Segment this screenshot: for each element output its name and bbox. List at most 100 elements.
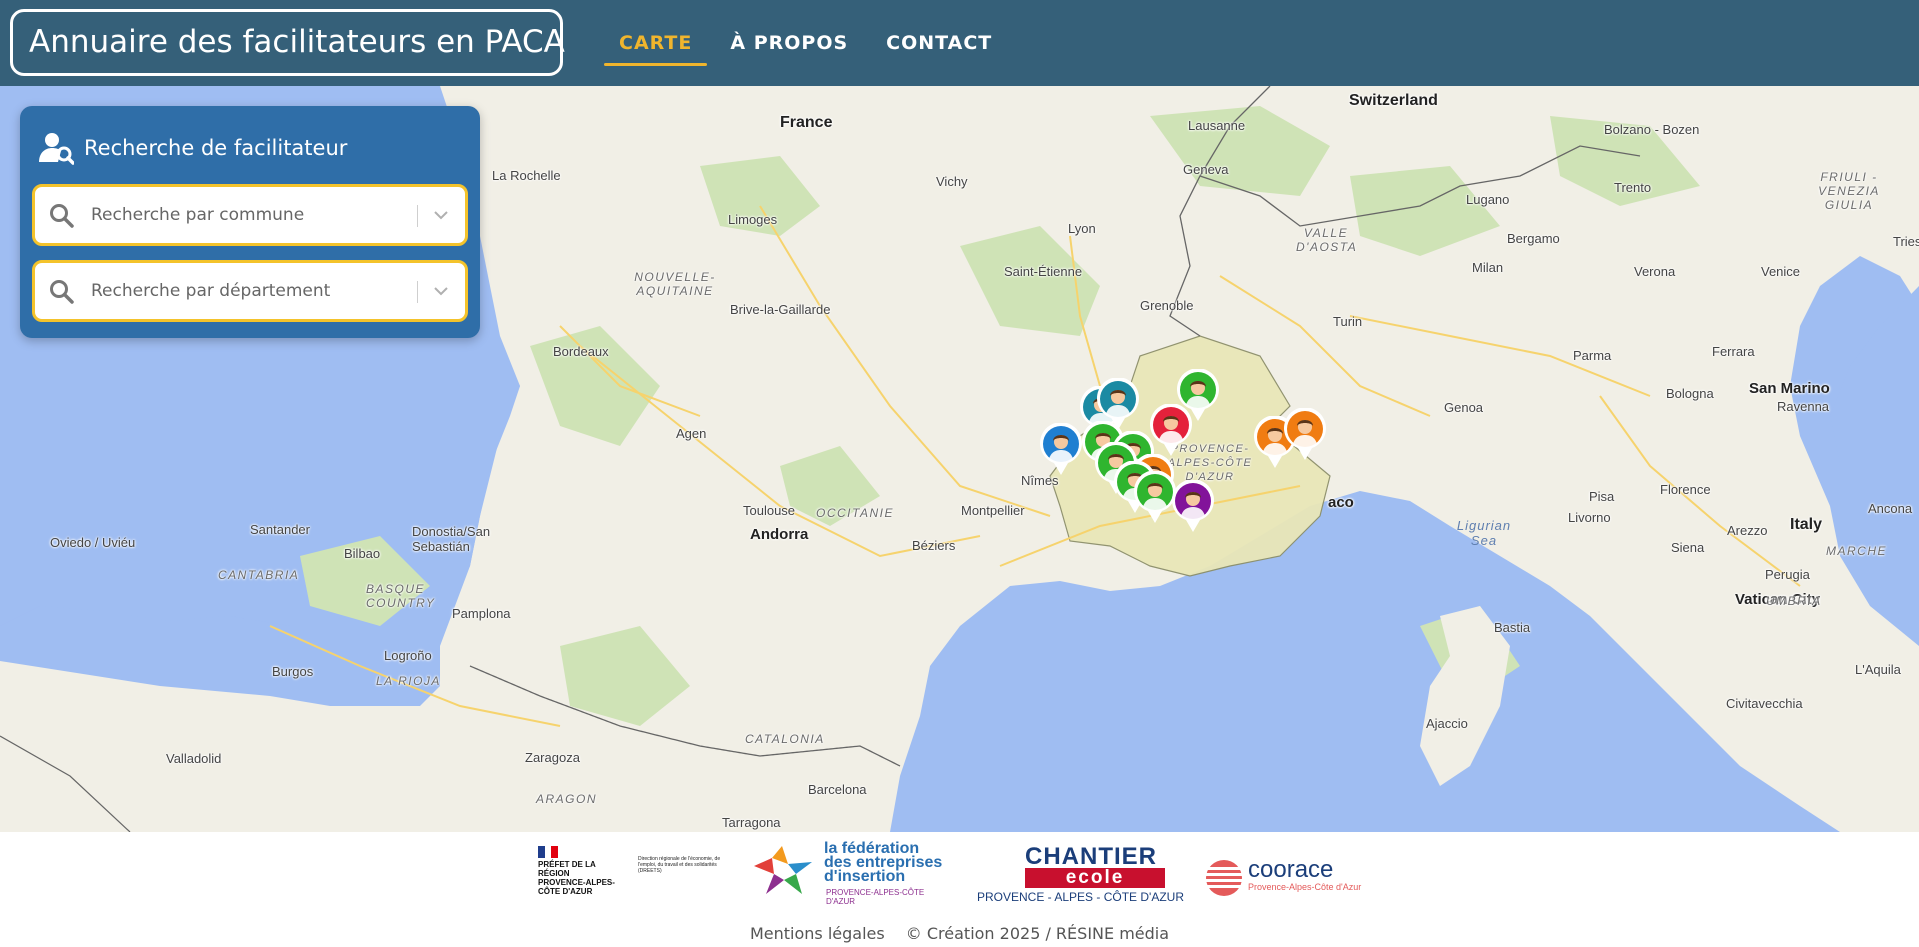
map-label-aragon: ARAGON <box>536 792 598 806</box>
map-label-donostia: Donostia/San Sebastián <box>412 524 491 554</box>
footer-links: Mentions légales © Création 2025 / RÉSIN… <box>0 924 1919 943</box>
map-label-san-marino: San Marino <box>1749 380 1830 397</box>
map-label-pamplona: Pamplona <box>452 606 511 621</box>
facilitator-marker[interactable] <box>1038 422 1084 477</box>
map-label-switzerland: Switzerland <box>1349 92 1438 109</box>
map-label-la-rioja: LA RIOJA <box>376 674 441 688</box>
map-label-laquila: L'Aquila <box>1855 662 1901 677</box>
facilitator-marker[interactable] <box>1282 407 1328 462</box>
map-label-occitanie: OCCITANIE <box>816 506 894 520</box>
commune-select[interactable]: Recherche par commune <box>32 184 468 246</box>
search-icon <box>50 280 74 304</box>
ecole-text: ecole <box>1025 868 1165 888</box>
map-label-venice: Venice <box>1761 264 1801 279</box>
map-label-france: France <box>780 114 833 131</box>
chantier-ecole-logo[interactable]: CHANTIER ecole PROVENCE - ALPES - CÔTE D… <box>977 845 1184 908</box>
map-label-bilbao: Bilbao <box>344 546 381 561</box>
federation-star-icon <box>754 846 812 894</box>
map-label-ferrara: Ferrara <box>1712 344 1755 359</box>
select-separator <box>417 205 418 227</box>
map-label-saint-etienne: Saint-Étienne <box>1004 264 1083 279</box>
chevron-down-icon[interactable] <box>433 207 449 223</box>
credit-text: © Création 2025 / RÉSINE média <box>905 924 1170 943</box>
map-label-pisa: Pisa <box>1589 489 1615 504</box>
user-search-icon <box>39 133 74 165</box>
map-label-bologna: Bologna <box>1666 386 1714 401</box>
map-label-catalonia: CATALONIA <box>745 732 825 746</box>
search-icon <box>50 204 74 228</box>
coorace-globe-icon <box>1204 860 1244 896</box>
map-label-brive: Brive-la-Gaillarde <box>730 302 831 317</box>
map-label-oviedo: Oviedo / Uviéu <box>50 535 136 550</box>
map-label-grenoble: Grenoble <box>1140 298 1194 313</box>
nav-carte[interactable]: CARTE <box>600 0 711 86</box>
map-label-burgos: Burgos <box>272 664 314 679</box>
map-label-limoges: Limoges <box>728 212 778 227</box>
map-label-marche: MARCHE <box>1826 544 1888 558</box>
nav-contact[interactable]: CONTACT <box>867 0 1011 86</box>
map-label-florence: Florence <box>1660 482 1711 497</box>
federation-logo[interactable]: la fédération des entreprises d'insertio… <box>752 840 952 906</box>
map-label-la-rochelle: La Rochelle <box>492 168 561 183</box>
map-label-bordeaux: Bordeaux <box>553 344 609 359</box>
map-label-livorno: Livorno <box>1568 510 1611 525</box>
nav-a-propos[interactable]: À PROPOS <box>711 0 867 86</box>
map-label-basque: BASQUE COUNTRY <box>366 582 436 610</box>
map-label-barcelona: Barcelona <box>808 782 867 797</box>
prefet-text: PRÉFET DE LA RÉGION PROVENCE-ALPES-CÔTE … <box>538 860 615 896</box>
chantier-region: PROVENCE - ALPES - CÔTE D'AZUR <box>977 890 1184 904</box>
map-label-toulouse: Toulouse <box>743 503 796 518</box>
facilitator-marker[interactable] <box>1170 479 1216 534</box>
map-label-tarragona: Tarragona <box>722 815 781 830</box>
prefet-logo[interactable]: PRÉFET DE LA RÉGION PROVENCE-ALPES-CÔTE … <box>538 846 738 902</box>
site-title[interactable]: Annuaire des facilitateurs en PACA <box>10 9 565 76</box>
map-label-bergamo: Bergamo <box>1507 231 1560 246</box>
main-nav: CARTE À PROPOS CONTACT <box>600 0 1011 86</box>
map-label-friuli: FRIULI - VENEZIA GIULIA <box>1818 170 1880 212</box>
map-label-turin: Turin <box>1333 314 1363 329</box>
map-label-italy: Italy <box>1790 516 1823 533</box>
search-panel: Recherche de facilitateur Recherche par … <box>20 106 480 338</box>
map-label-ravenna: Ravenna <box>1777 399 1830 414</box>
chevron-down-icon[interactable] <box>433 283 449 299</box>
map-label-andorra: Andorra <box>750 526 809 543</box>
search-panel-title: Recherche de facilitateur <box>84 136 348 160</box>
map-label-agen: Agen <box>676 426 707 441</box>
departement-select[interactable]: Recherche par département <box>32 260 468 322</box>
map-label-verona: Verona <box>1634 264 1676 279</box>
map-label-logrono: Logroño <box>384 648 432 663</box>
map-label-valladolid: Valladolid <box>166 751 222 766</box>
map-label-tries: Tries <box>1893 234 1919 249</box>
map-label-bolzano: Bolzano - Bozen <box>1604 122 1700 137</box>
dreets-text: Direction régionale de l'économie, de l'… <box>638 856 721 874</box>
select-separator <box>417 281 418 303</box>
map-label-genoa: Genoa <box>1444 400 1484 415</box>
map-label-monaco: aco <box>1328 494 1354 511</box>
map-label-cantabria: CANTABRIA <box>218 568 300 582</box>
coorace-region: Provence-Alpes-Côte d'Azur <box>1248 882 1362 892</box>
federation-name: la fédération des entreprises d'insertio… <box>824 840 943 885</box>
search-panel-header: Recherche de facilitateur <box>38 128 347 168</box>
map-label-umbria: UMBRIA <box>1766 594 1822 608</box>
map-label-valle-aosta: VALLE D'AOSTA <box>1296 226 1358 254</box>
map-label-lugano: Lugano <box>1466 192 1510 207</box>
map-label-vichy: Vichy <box>936 174 968 189</box>
map-label-arezzo: Arezzo <box>1727 523 1768 538</box>
map-label-ajaccio: Ajaccio <box>1426 716 1468 731</box>
departement-select-placeholder: Recherche par département <box>91 281 331 301</box>
map-label-beziers: Béziers <box>912 538 956 553</box>
map-label-lausanne: Lausanne <box>1188 118 1246 133</box>
federation-region: PROVENCE-ALPES-CÔTE D'AZUR <box>826 888 925 906</box>
map-label-geneva: Geneva <box>1183 162 1229 177</box>
top-header: Annuaire des facilitateurs en PACA CARTE… <box>0 0 1919 86</box>
coorace-text: coorace <box>1248 856 1334 883</box>
chantier-text: CHANTIER <box>1025 843 1157 870</box>
mentions-legales-link[interactable]: Mentions légales <box>750 924 885 943</box>
map-label-lyon: Lyon <box>1068 221 1096 236</box>
map-label-ligurian-sea: Ligurian Sea <box>1456 518 1512 548</box>
coorace-logo[interactable]: coorace Provence-Alpes-Côte d'Azur <box>1204 858 1384 898</box>
map-label-civitavecchia: Civitavecchia <box>1726 696 1803 711</box>
map-label-santander: Santander <box>250 522 310 537</box>
map-label-zaragoza: Zaragoza <box>525 750 580 765</box>
map-label-perugia: Perugia <box>1765 567 1810 582</box>
